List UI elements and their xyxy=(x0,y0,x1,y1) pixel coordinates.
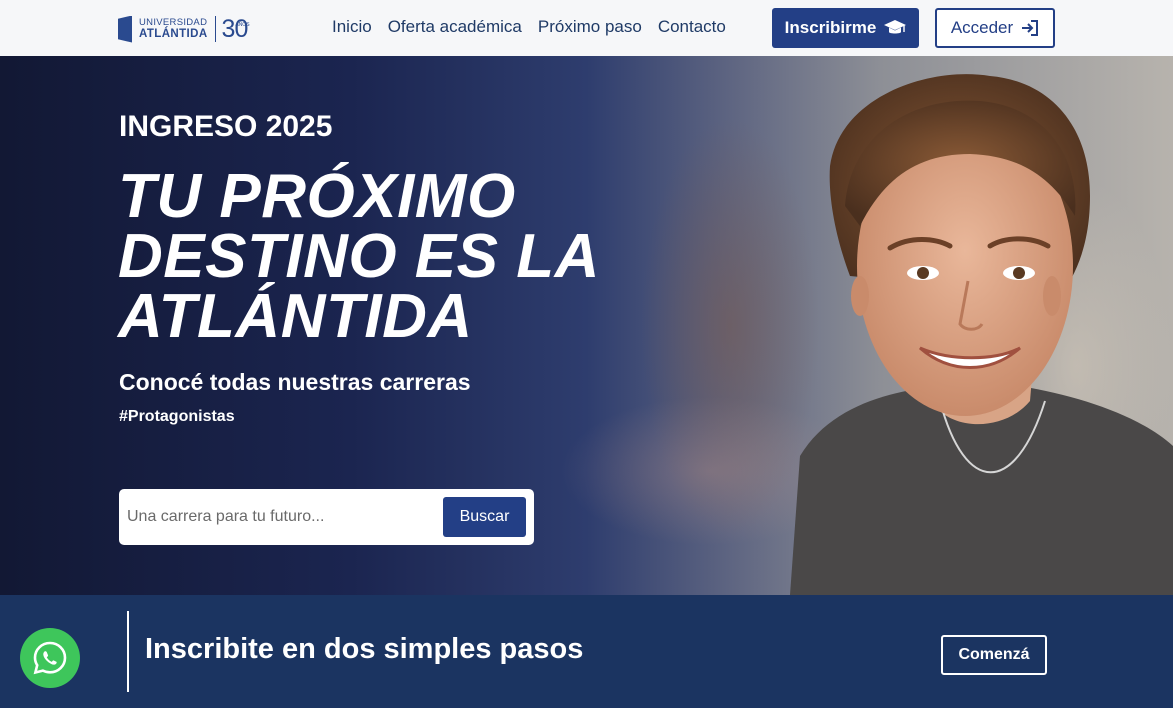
hero-headline: TU PRÓXIMO DESTINO ES LA ATLÁNTIDA xyxy=(118,162,638,351)
hero-subtitle: Conocé todas nuestras carreras xyxy=(119,369,471,395)
hero-headline-line: ATLÁNTIDA xyxy=(118,282,473,351)
nav-proximo-paso[interactable]: Próximo paso xyxy=(538,16,642,38)
nav-inicio[interactable]: Inicio xyxy=(332,16,372,38)
logo-anniversary: 30 xyxy=(221,14,249,43)
main-nav: Inicio Oferta académica Próximo paso Con… xyxy=(332,16,742,38)
nav-oferta-academica[interactable]: Oferta académica xyxy=(388,16,522,38)
hero-banner: INGRESO 2025 TU PRÓXIMO DESTINO ES LA AT… xyxy=(0,56,1173,595)
logo-mark-icon xyxy=(118,15,132,43)
comenza-button[interactable]: Comenzá xyxy=(941,635,1047,675)
enroll-steps-band: Inscribite en dos simples pasos Comenzá xyxy=(0,595,1173,708)
student-photo xyxy=(790,74,1173,595)
search-button[interactable]: Buscar xyxy=(443,497,526,537)
nav-contacto[interactable]: Contacto xyxy=(658,16,726,38)
career-search-form: Buscar xyxy=(119,489,534,545)
whatsapp-icon xyxy=(33,641,67,675)
login-arrow-icon xyxy=(1021,20,1039,36)
band-divider xyxy=(127,611,129,692)
career-search-input[interactable] xyxy=(127,499,437,535)
inscribirme-label: Inscribirme xyxy=(784,18,877,37)
acceder-label: Acceder xyxy=(950,18,1014,37)
logo-anniversary-suffix: AÑOS xyxy=(235,22,250,28)
hero-headline-line: DESTINO ES LA xyxy=(118,222,600,291)
hero-hashtag: #Protagonistas xyxy=(119,408,235,425)
enroll-steps-title: Inscribite en dos simples pasos xyxy=(145,633,584,665)
acceder-button[interactable]: Acceder xyxy=(935,8,1055,48)
inscribirme-button[interactable]: Inscribirme xyxy=(772,8,919,48)
intake-year-label: INGRESO 2025 xyxy=(119,110,333,143)
logo-line1: UNIVERSIDAD xyxy=(139,17,208,28)
logo-line2: ATLÁNTIDA xyxy=(139,27,208,40)
university-logo[interactable]: UNIVERSIDAD ATLÁNTIDA 30 AÑOS xyxy=(118,14,250,44)
graduation-cap-icon xyxy=(884,20,907,36)
logo-divider xyxy=(214,16,216,42)
hero-headline-line: TU PRÓXIMO xyxy=(118,162,516,231)
navbar: UNIVERSIDAD ATLÁNTIDA 30 AÑOS Inicio Ofe… xyxy=(0,0,1173,56)
logo-wordmark: UNIVERSIDAD ATLÁNTIDA xyxy=(139,18,208,40)
whatsapp-chat-button[interactable] xyxy=(20,628,80,688)
